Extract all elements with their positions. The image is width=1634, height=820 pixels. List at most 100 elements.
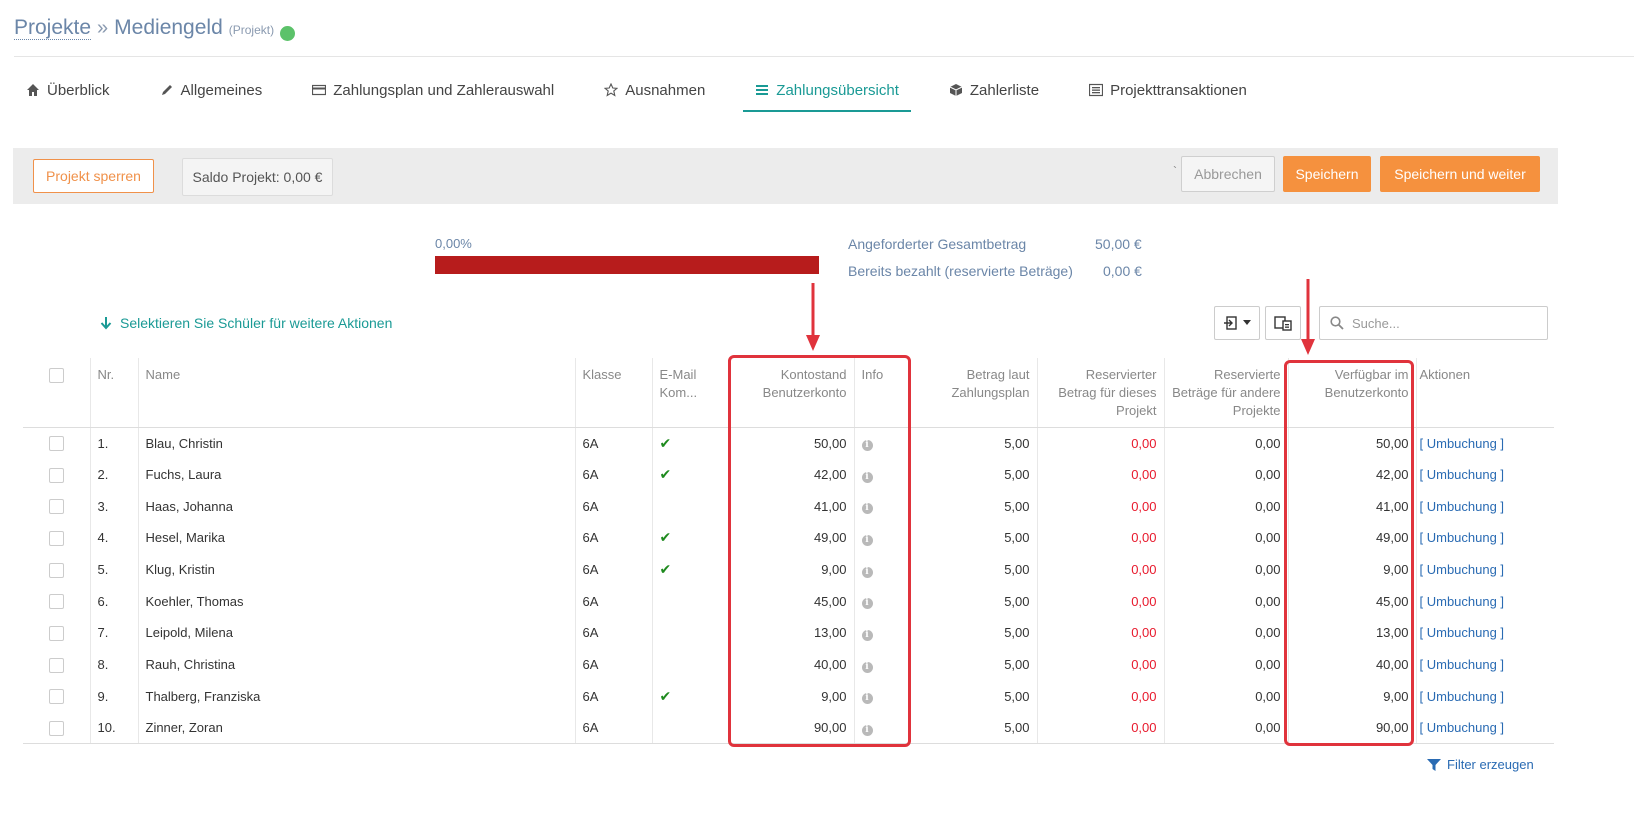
row-betrag: 5,00 xyxy=(908,490,1037,523)
row-checkbox[interactable] xyxy=(49,657,64,673)
lock-project-button[interactable]: Projekt sperren xyxy=(33,159,154,193)
row-checkbox[interactable] xyxy=(49,626,64,641)
save-button[interactable]: Speichern xyxy=(1283,156,1371,192)
row-reserviert-projekt: 0,00 xyxy=(1036,617,1164,649)
row-klasse: 6A xyxy=(574,712,652,745)
umbuchung-link[interactable]: [ Umbuchung ] xyxy=(1415,680,1554,713)
status-indicator-icon xyxy=(280,25,296,41)
row-reserviert-andere: 0,00 xyxy=(1163,427,1288,459)
row-reserviert-projekt: 0,00 xyxy=(1036,585,1164,618)
check-icon: ✔ xyxy=(659,529,672,546)
umbuchung-link[interactable]: [ Umbuchung ] xyxy=(1415,427,1554,459)
umbuchung-link[interactable]: [ Umbuchung ] xyxy=(1415,617,1554,649)
column-header-betrag[interactable]: Betrag laut Zahlungsplan xyxy=(908,358,1037,428)
pencil-icon xyxy=(161,85,172,95)
check-icon: ✔ xyxy=(659,434,672,451)
umbuchung-link[interactable]: [ Umbuchung ] xyxy=(1415,712,1554,745)
tab-zahlerliste[interactable]: Zahlerliste xyxy=(937,72,1051,108)
create-filter-link[interactable]: Filter erzeugen xyxy=(1427,757,1534,772)
row-betrag: 5,00 xyxy=(908,585,1037,618)
row-select-cell xyxy=(23,490,90,522)
row-select-cell xyxy=(23,712,90,745)
tab-projekttransaktionen[interactable]: Projekttransaktionen xyxy=(1077,72,1259,108)
row-name: Haas, Johanna xyxy=(137,490,575,523)
umbuchung-link[interactable]: [ Umbuchung ] xyxy=(1415,490,1554,523)
row-checkbox[interactable] xyxy=(49,689,64,705)
row-name: Leipold, Milena xyxy=(137,617,575,649)
row-select-cell xyxy=(23,459,90,491)
row-email-cell: ✔ xyxy=(651,522,729,554)
column-header-klasse[interactable]: Klasse xyxy=(574,358,652,428)
progress-percent-label: 0,00% xyxy=(435,236,472,251)
tab-zahlungsuebersicht[interactable]: Zahlungsübersicht xyxy=(743,72,911,112)
row-name: Koehler, Thomas xyxy=(137,585,575,618)
row-select-cell xyxy=(23,617,90,649)
tab-allgemeines[interactable]: Allgemeines xyxy=(148,72,275,108)
row-checkbox[interactable] xyxy=(49,436,64,452)
kontostand-highlight-box xyxy=(728,355,911,747)
tab-bar: Überblick Allgemeines Zahlungsplan und Z… xyxy=(14,72,1285,112)
row-betrag: 5,00 xyxy=(908,522,1037,554)
row-klasse: 6A xyxy=(574,585,652,618)
row-reserviert-andere: 0,00 xyxy=(1163,522,1288,554)
umbuchung-link[interactable]: [ Umbuchung ] xyxy=(1415,458,1554,491)
save-and-continue-button[interactable]: Speichern und weiter xyxy=(1380,156,1540,192)
row-reserviert-projekt: 0,00 xyxy=(1036,522,1164,554)
row-checkbox[interactable] xyxy=(49,467,64,483)
tab-label: Überblick xyxy=(47,81,110,99)
select-students-hint[interactable]: Selektieren Sie Schüler für weitere Akti… xyxy=(100,315,392,331)
row-betrag: 5,00 xyxy=(908,553,1037,586)
search-input[interactable] xyxy=(1352,315,1532,331)
row-select-cell xyxy=(23,554,90,586)
tab-zahlungsplan[interactable]: Zahlungsplan und Zahlerauswahl xyxy=(300,72,566,108)
umbuchung-link[interactable]: [ Umbuchung ] xyxy=(1415,553,1554,586)
row-reserviert-projekt: 0,00 xyxy=(1036,490,1164,523)
select-all-checkbox[interactable] xyxy=(49,368,64,384)
umbuchung-link[interactable]: [ Umbuchung ] xyxy=(1415,522,1554,554)
column-header-reserviert-andere[interactable]: Reservierte Beträge für andere Projekte xyxy=(1163,358,1288,428)
row-checkbox[interactable] xyxy=(49,720,64,736)
kontostand-arrow-icon xyxy=(806,283,820,351)
project-type-label: (Projekt) xyxy=(228,23,275,37)
breadcrumb-projects-link[interactable]: Projekte xyxy=(14,16,92,41)
arrow-down-icon xyxy=(100,317,112,330)
already-paid-value: 0,00 € xyxy=(1103,263,1142,279)
row-reserviert-projekt: 0,00 xyxy=(1036,712,1164,745)
row-email-cell xyxy=(651,617,729,649)
column-header-nr[interactable]: Nr. xyxy=(89,358,138,428)
row-checkbox[interactable] xyxy=(49,562,64,578)
row-reserviert-andere: 0,00 xyxy=(1163,648,1288,681)
row-nr: 1. xyxy=(89,427,138,459)
row-reserviert-andere: 0,00 xyxy=(1163,712,1288,745)
umbuchung-link[interactable]: [ Umbuchung ] xyxy=(1415,648,1554,681)
row-email-cell: ✔ xyxy=(651,553,729,586)
cancel-button[interactable]: Abbrechen xyxy=(1181,156,1275,192)
tab-ausnahmen[interactable]: Ausnahmen xyxy=(592,72,717,108)
project-balance-display: Saldo Projekt: 0,00 € xyxy=(182,158,333,196)
column-header-email[interactable]: E-Mail Kom... xyxy=(651,358,729,428)
row-checkbox[interactable] xyxy=(49,530,64,546)
row-checkbox[interactable] xyxy=(49,594,64,610)
umbuchung-link[interactable]: [ Umbuchung ] xyxy=(1415,585,1554,618)
export-dropdown-button[interactable] xyxy=(1214,306,1260,340)
cube-icon xyxy=(949,84,963,96)
column-header-reserviert-projekt[interactable]: Reservierter Betrag für dieses Projekt xyxy=(1036,358,1164,428)
export-icon xyxy=(1224,316,1237,330)
tab-ueberblick[interactable]: Überblick xyxy=(14,72,122,108)
row-reserviert-andere: 0,00 xyxy=(1163,617,1288,649)
row-reserviert-andere: 0,00 xyxy=(1163,490,1288,523)
column-toggle-button[interactable] xyxy=(1265,306,1301,340)
credit-card-icon xyxy=(312,84,327,96)
row-select-cell xyxy=(23,427,90,459)
payment-progress-bar xyxy=(435,256,819,274)
search-box[interactable] xyxy=(1319,306,1548,340)
list-alt-icon xyxy=(1089,83,1104,97)
list-icon xyxy=(756,85,769,95)
row-name: Fuchs, Laura xyxy=(137,458,575,491)
row-reserviert-andere: 0,00 xyxy=(1163,553,1288,586)
header-divider xyxy=(14,56,1634,57)
column-header-name[interactable]: Name xyxy=(137,358,575,428)
row-nr: 7. xyxy=(89,617,138,649)
row-checkbox[interactable] xyxy=(49,499,64,515)
requested-total-label: Angeforderter Gesamtbetrag xyxy=(848,236,1027,252)
